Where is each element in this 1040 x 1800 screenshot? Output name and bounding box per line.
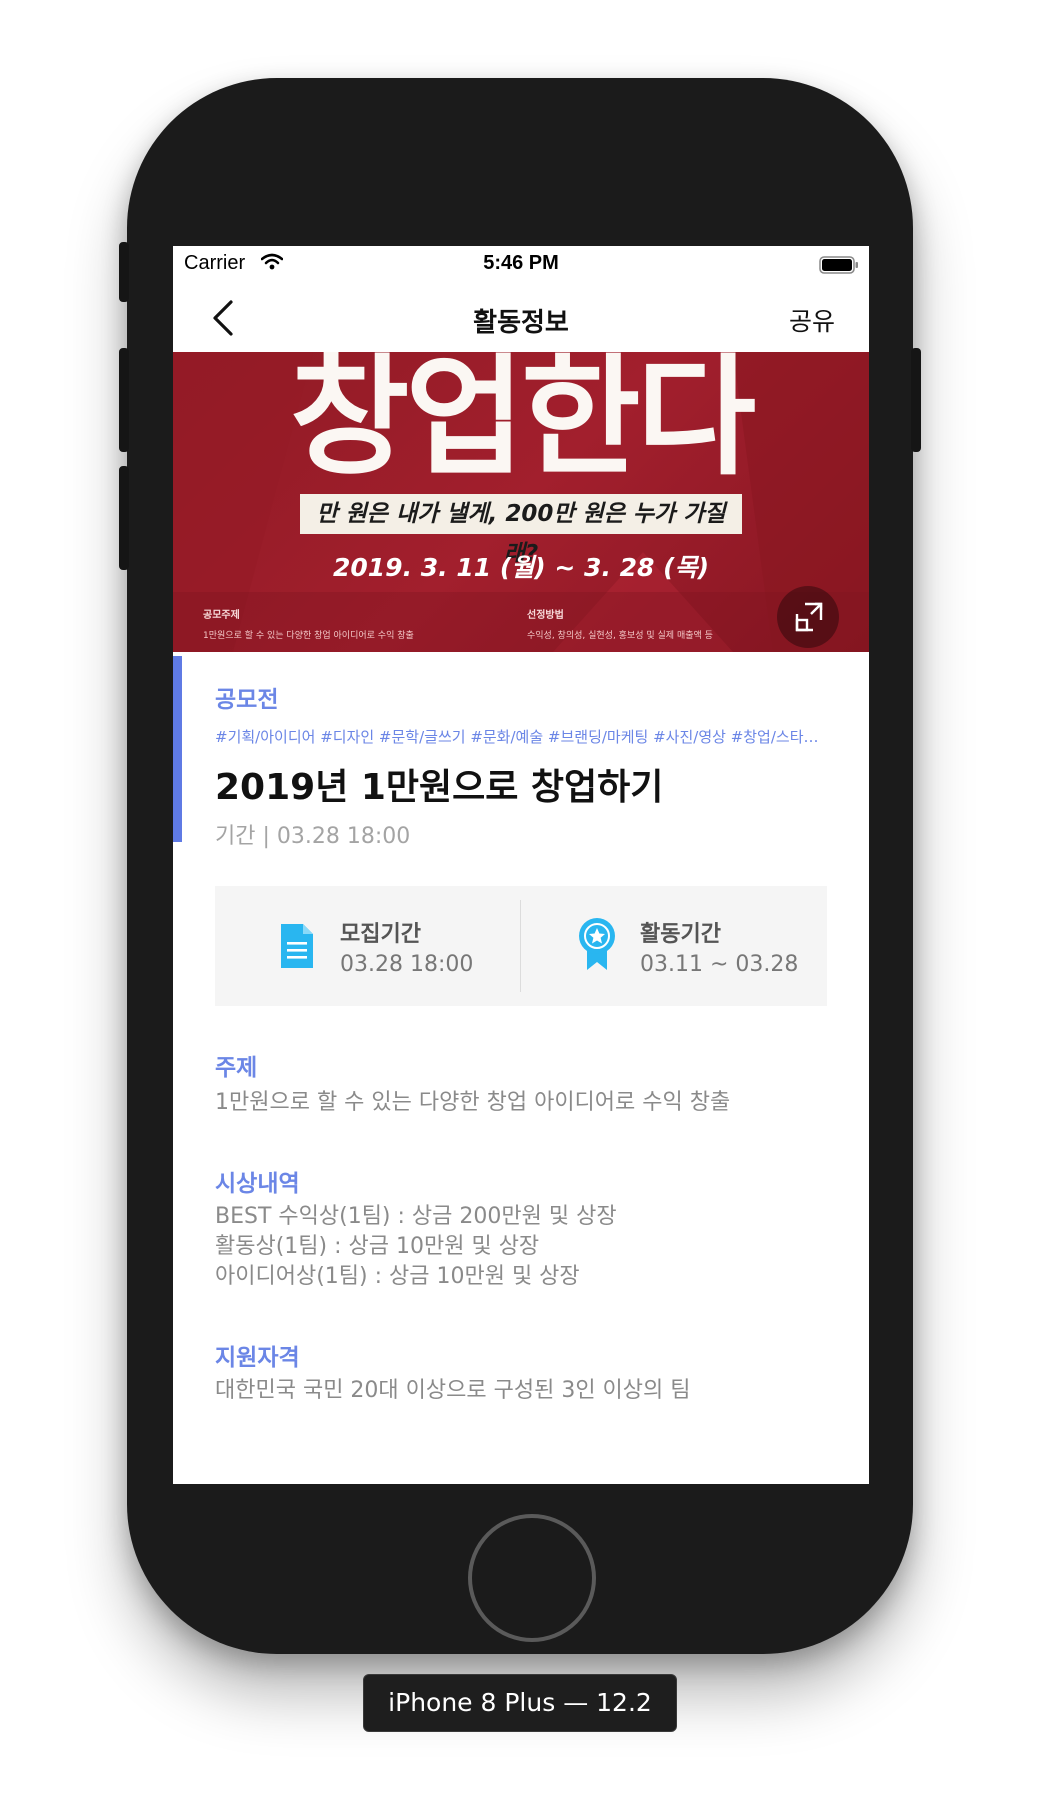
share-button[interactable]: 공유	[789, 302, 835, 338]
prize-heading: 시상내역	[215, 1171, 300, 1197]
simulator-device-label: iPhone 8 Plus — 12.2	[363, 1674, 677, 1732]
banner-label-topic: 공모주제	[203, 610, 240, 621]
banner-topic-text: 1만원으로 할 수 있는 다양한 창업 아이디어로 수익 창출	[203, 631, 414, 641]
hashtag-list: #기획/아이디어 #디자인 #문학/글쓰기 #문화/예술 #브랜딩/마케팅 #사…	[215, 728, 819, 746]
recruit-period-value: 03.28 18:00	[340, 952, 474, 977]
award-ribbon-icon	[577, 916, 617, 976]
power-button	[911, 348, 921, 452]
app-screen: Carrier 5:46 PM 활동정보 공유 창업한다 만 원은 내가 낼게,…	[173, 246, 869, 1484]
topic-heading: 주제	[215, 1055, 258, 1081]
battery-icon	[819, 256, 859, 274]
topic-text: 1만원으로 할 수 있는 다양한 창업 아이디어로 수익 창출	[215, 1090, 731, 1115]
navigation-bar: 활동정보 공유	[173, 280, 869, 352]
page-title: 활동정보	[473, 308, 569, 338]
banner-subheadline: 만 원은 내가 낼게, 200만 원은 누가 가질래?	[300, 494, 742, 567]
banner-date: 2019. 3. 11 (월) ~ 3. 28 (목)	[332, 553, 710, 582]
volume-up-button	[119, 348, 129, 452]
banner-headline: 창업한다	[289, 352, 756, 490]
status-bar: Carrier 5:46 PM	[173, 246, 869, 280]
info-divider	[520, 900, 521, 992]
poster-banner[interactable]: 창업한다 만 원은 내가 낼게, 200만 원은 누가 가질래? 2019. 3…	[173, 352, 869, 652]
prize-line: 활동상(1팀) : 상금 10만원 및 상장	[215, 1234, 540, 1259]
volume-down-button	[119, 466, 129, 570]
recruit-period-label: 모집기간	[340, 922, 421, 947]
eligibility-heading: 지원자격	[215, 1345, 300, 1371]
period-info-card: 모집기간 03.28 18:00 활동기간 03.11 ~ 03.28	[215, 886, 827, 1006]
prize-list: BEST 수익상(1팀) : 상금 200만원 및 상장 활동상(1팀) : 상…	[215, 1202, 617, 1292]
activity-title: 2019년 1만원으로 창업하기	[215, 767, 664, 808]
activity-period-value: 03.11 ~ 03.28	[640, 952, 799, 977]
mute-switch	[119, 242, 129, 302]
prize-line: BEST 수익상(1팀) : 상금 200만원 및 상장	[215, 1204, 617, 1229]
document-icon	[279, 922, 315, 974]
expand-icon	[795, 602, 823, 632]
home-button[interactable]	[468, 1514, 596, 1642]
expand-image-button[interactable]	[777, 586, 839, 648]
activity-period-label: 활동기간	[640, 922, 721, 947]
prize-line: 아이디어상(1팀) : 상금 10만원 및 상장	[215, 1264, 580, 1289]
status-time: 5:46 PM	[483, 252, 559, 274]
banner-label-selection: 선정방법	[527, 610, 564, 621]
title-accent-bar	[173, 656, 182, 842]
category-label: 공모전	[215, 687, 279, 713]
deadline-text: 기간 | 03.28 18:00	[215, 824, 411, 849]
eligibility-text: 대한민국 국민 20대 이상으로 구성된 3인 이상의 팀	[215, 1378, 691, 1403]
